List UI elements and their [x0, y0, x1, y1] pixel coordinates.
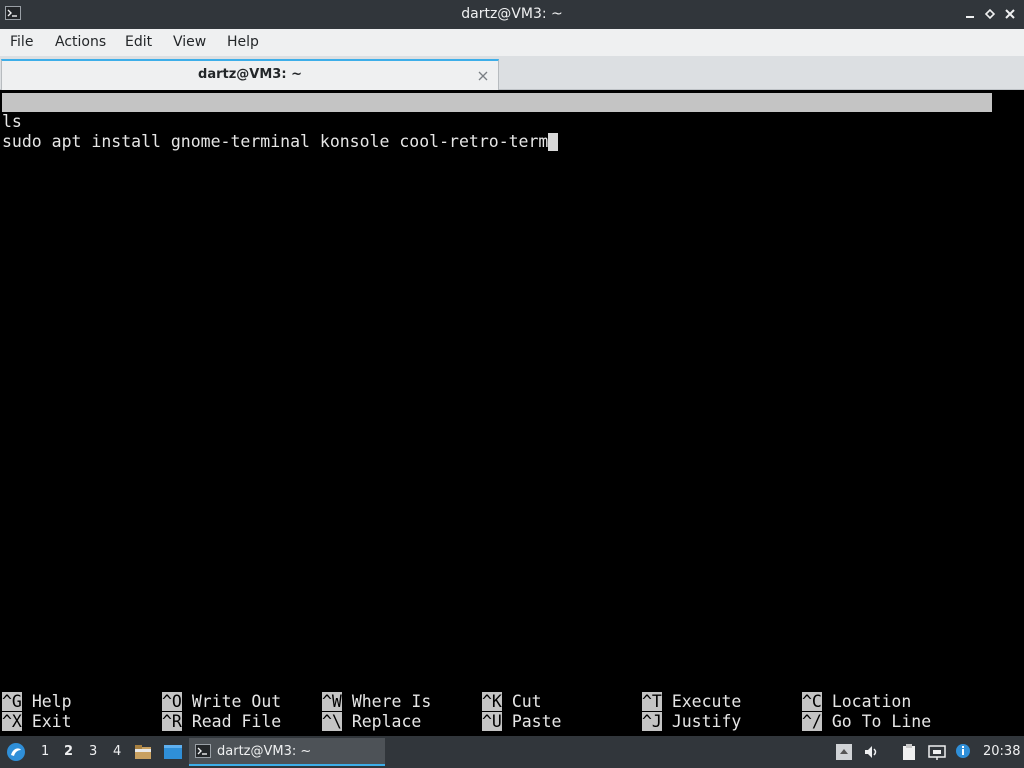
show-desktop-button[interactable]	[163, 743, 182, 761]
folder-icon	[135, 745, 151, 759]
tab-label: dartz@VM3: ~	[198, 67, 302, 82]
buffer-line-text: sudo apt install gnome-terminal konsole …	[2, 132, 549, 151]
menu-file[interactable]: File	[10, 34, 33, 50]
taskbar-task-terminal[interactable]: dartz@VM3: ~	[189, 738, 385, 766]
window-titlebar[interactable]: dartz@VM3: ~	[0, 0, 1024, 29]
volume-button[interactable]	[863, 743, 881, 761]
updates-button[interactable]	[954, 743, 972, 761]
close-icon	[478, 71, 488, 81]
lubuntu-logo-icon	[7, 743, 25, 761]
info-icon	[956, 744, 970, 758]
text-cursor	[548, 133, 559, 151]
task-label: dartz@VM3: ~	[217, 744, 312, 759]
shortcut-exit: ^X Exit	[2, 712, 72, 731]
file-manager-launcher[interactable]	[134, 743, 152, 761]
desktop-3[interactable]: 3	[89, 744, 97, 759]
buffer-line-current[interactable]: sudo apt install gnome-terminal konsole …	[2, 132, 559, 152]
shortcut-where-is: ^W Where Is	[322, 692, 432, 711]
taskbar: 1 2 3 4 dartz@VM3: ~ 20:38	[0, 736, 1024, 768]
shortcut-read-file: ^R Read File	[162, 712, 282, 731]
menu-actions[interactable]: Actions	[55, 34, 106, 50]
desktop-4[interactable]: 4	[113, 744, 121, 759]
nano-header-bar: GNU nano 6.2 New Buffer *	[2, 93, 992, 150]
start-menu-button[interactable]	[6, 742, 26, 762]
volume-icon	[865, 746, 877, 758]
shortcut-paste: ^U Paste	[482, 712, 562, 731]
restore-icon	[984, 8, 996, 20]
menu-view[interactable]: View	[173, 34, 206, 50]
network-button[interactable]	[928, 743, 946, 761]
menu-edit[interactable]: Edit	[125, 34, 152, 50]
desktop-2[interactable]: 2	[64, 744, 73, 759]
shortcut-cut: ^K Cut	[482, 692, 542, 711]
close-window-button[interactable]	[1002, 6, 1018, 22]
minimize-icon	[966, 16, 974, 18]
shortcut-help: ^G Help	[2, 692, 72, 711]
shortcut-go-to-line: ^/ Go To Line	[802, 712, 932, 731]
shortcut-replace: ^\ Replace	[322, 712, 422, 731]
shortcut-execute: ^T Execute	[642, 692, 742, 711]
desktop-icon	[164, 745, 182, 759]
clipboard-button[interactable]	[900, 743, 918, 761]
shortcut-write-out: ^O Write Out	[162, 692, 282, 711]
terminal-view[interactable]: GNU nano 6.2 New Buffer * ls sudo apt in…	[0, 90, 1024, 736]
minimize-button[interactable]	[962, 6, 978, 22]
tab-close-button[interactable]	[476, 68, 490, 82]
tray-arrow-icon	[836, 744, 852, 760]
window-title: dartz@VM3: ~	[461, 6, 563, 22]
network-icon	[928, 745, 946, 760]
desktop-1[interactable]: 1	[41, 744, 49, 759]
tab-bar: dartz@VM3: ~	[0, 56, 1024, 90]
buffer-line[interactable]: ls	[2, 112, 22, 132]
terminal-icon	[195, 744, 211, 758]
menu-bar: File Actions Edit View Help	[0, 29, 1024, 56]
clock[interactable]: 20:38	[983, 744, 1020, 759]
clipboard-icon	[903, 744, 915, 760]
close-icon	[1005, 9, 1015, 19]
shortcut-location: ^C Location	[802, 692, 912, 711]
nano-version: GNU nano 6.2	[22, 112, 142, 131]
menu-help[interactable]: Help	[227, 34, 259, 50]
shortcut-justify: ^J Justify	[642, 712, 742, 731]
tab-terminal[interactable]: dartz@VM3: ~	[1, 59, 499, 90]
restore-button[interactable]	[982, 6, 998, 22]
tray-expand-button[interactable]	[835, 743, 853, 761]
